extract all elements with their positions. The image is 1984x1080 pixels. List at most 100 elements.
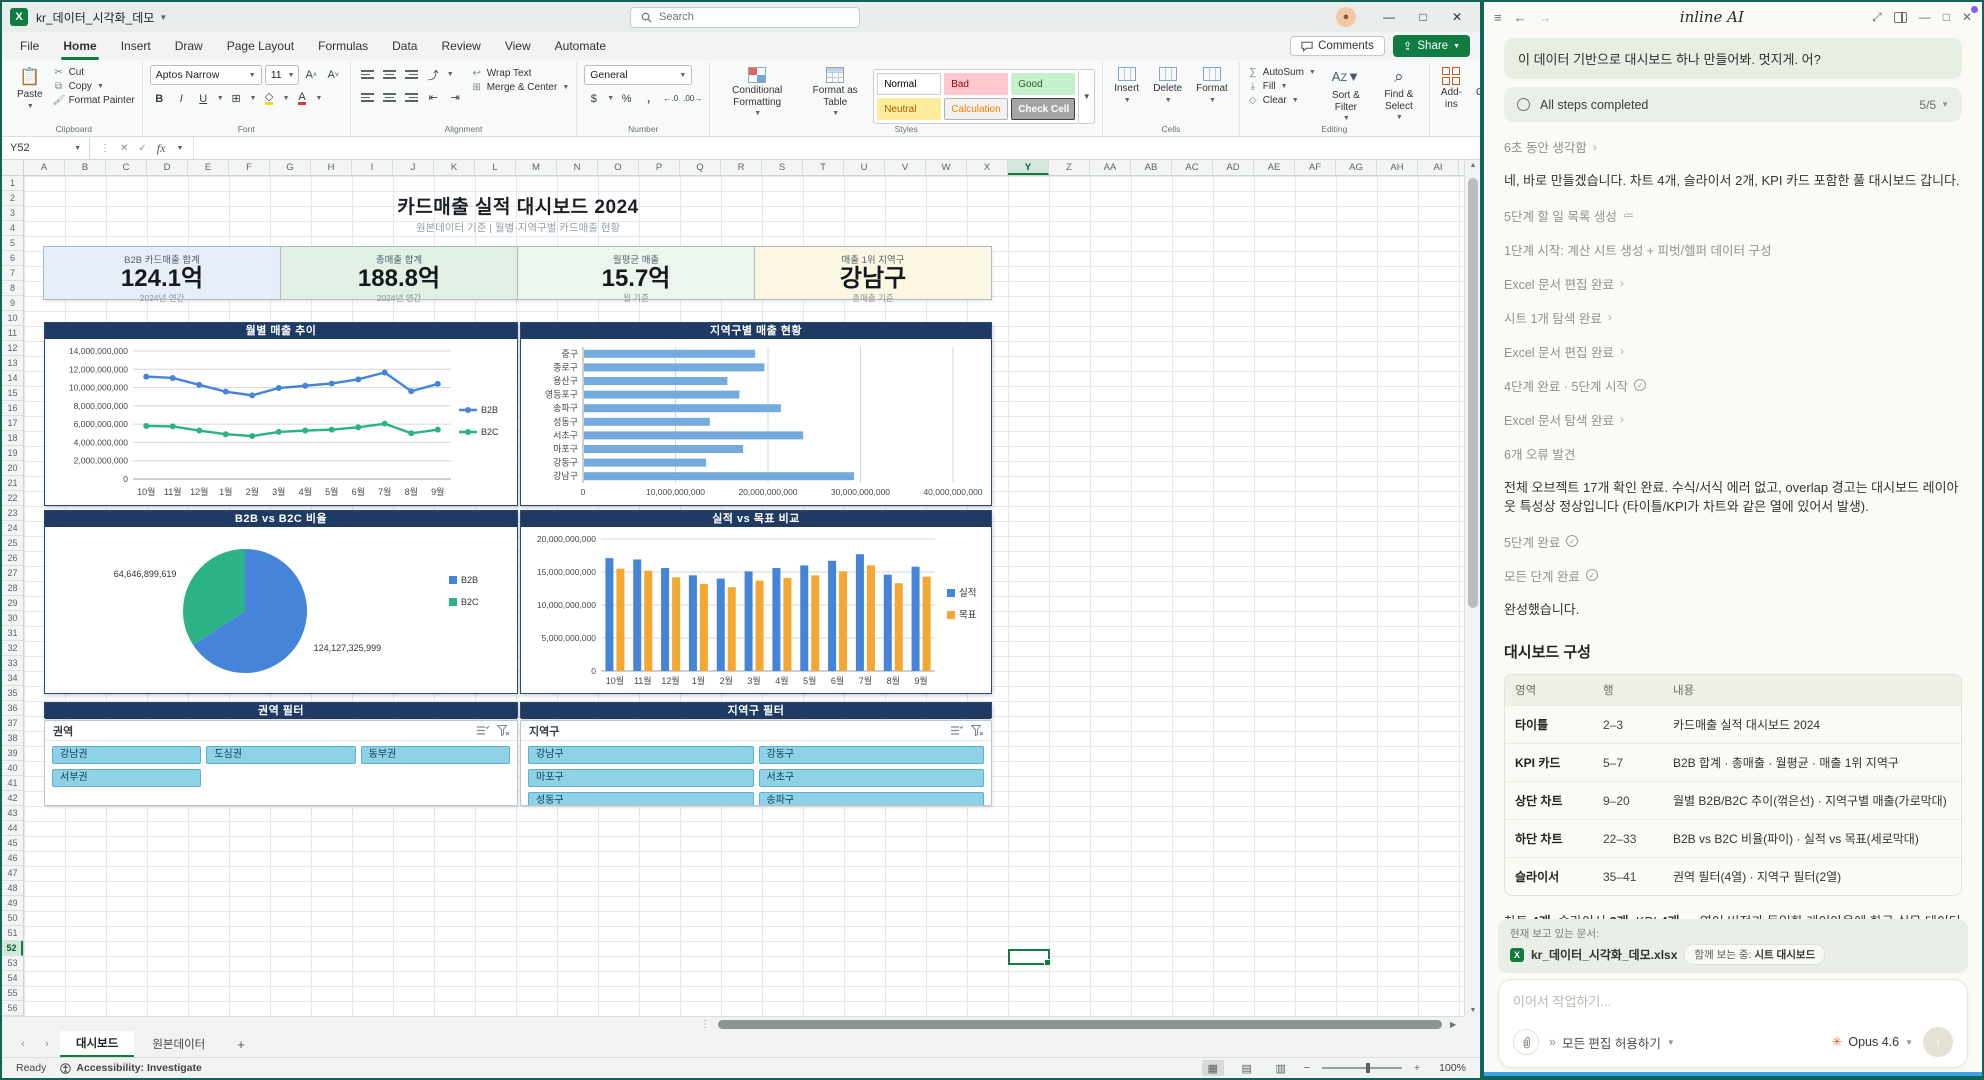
snip-icon[interactable]: ⤢ <box>1872 10 1882 25</box>
chat-area[interactable]: 이 데이터 기반으로 대시보드 하나 만들어봐. 멋지게. 어? All ste… <box>1484 34 1982 936</box>
row-header-53[interactable]: 53 <box>2 956 23 971</box>
row-header-25[interactable]: 25 <box>2 536 23 551</box>
multi-select-icon[interactable] <box>950 725 963 736</box>
zoom-in-button[interactable]: + <box>1414 1062 1420 1074</box>
column-header-A[interactable]: A <box>24 160 65 175</box>
ai-close-button[interactable]: ✕ <box>1962 10 1972 24</box>
row-header-22[interactable]: 22 <box>2 491 23 506</box>
attach-button[interactable] <box>1513 1029 1539 1055</box>
ribbon-tab-home[interactable]: Home <box>51 34 108 60</box>
sheet-nav-right[interactable]: › <box>36 1038 58 1050</box>
addins-button[interactable]: Add-ins <box>1437 65 1466 112</box>
row-header-38[interactable]: 38 <box>2 731 23 746</box>
underline-button[interactable]: U <box>194 89 213 108</box>
zoom-out-button[interactable]: − <box>1304 1062 1310 1074</box>
row-header-34[interactable]: 34 <box>2 671 23 686</box>
search-input[interactable]: Search <box>630 7 860 28</box>
scrollbar-grip-icon[interactable]: ⋮ <box>700 1019 710 1030</box>
column-header-P[interactable]: P <box>639 160 680 175</box>
row-header-24[interactable]: 24 <box>2 521 23 536</box>
row-header-14[interactable]: 14 <box>2 371 23 386</box>
row-header-36[interactable]: 36 <box>2 701 23 716</box>
slicer-item-서초구[interactable]: 서초구 <box>759 769 985 787</box>
row-header-56[interactable]: 56 <box>2 1001 23 1016</box>
insert-cells-button[interactable]: Insert▼ <box>1110 65 1143 107</box>
row-header-55[interactable]: 55 <box>2 986 23 1001</box>
row-header-18[interactable]: 18 <box>2 431 23 446</box>
account-avatar[interactable]: ● <box>1336 7 1356 27</box>
column-header-U[interactable]: U <box>844 160 885 175</box>
column-header-B[interactable]: B <box>65 160 106 175</box>
progress-step[interactable]: Excel 문서 탐색 완료› <box>1504 410 1962 429</box>
row-header-49[interactable]: 49 <box>2 896 23 911</box>
fx-icon[interactable]: fx <box>157 141 166 156</box>
row-header-12[interactable]: 12 <box>2 341 23 356</box>
percent-format-button[interactable]: % <box>617 89 636 108</box>
row-header-4[interactable]: 4 <box>2 221 23 236</box>
increase-decimal-button[interactable]: ←.0 <box>661 89 680 108</box>
borders-button[interactable]: ⊞ <box>227 89 246 108</box>
row-header-7[interactable]: 7 <box>2 266 23 281</box>
column-header-AI[interactable]: AI <box>1418 160 1459 175</box>
progress-step[interactable]: 6초 동안 생각함› <box>1504 137 1962 156</box>
font-size-select[interactable]: 11▼ <box>265 65 299 85</box>
edit-permission-select[interactable]: »모든 편집 허용하기▼ <box>1549 1033 1675 1052</box>
italic-button[interactable]: I <box>172 89 191 108</box>
column-header-AH[interactable]: AH <box>1377 160 1418 175</box>
back-button[interactable]: ← <box>1514 10 1527 25</box>
row-header-43[interactable]: 43 <box>2 806 23 821</box>
column-header-R[interactable]: R <box>721 160 762 175</box>
forward-button[interactable]: → <box>1539 10 1552 25</box>
horizontal-scroll-thumb[interactable] <box>718 1020 1442 1029</box>
menu-icon[interactable]: ≡ <box>1494 10 1502 25</box>
decrease-indent-button[interactable]: ⇤ <box>424 88 443 107</box>
zoom-slider-thumb[interactable] <box>1366 1063 1370 1073</box>
column-header-I[interactable]: I <box>352 160 393 175</box>
row-header-48[interactable]: 48 <box>2 881 23 896</box>
row-header-40[interactable]: 40 <box>2 761 23 776</box>
cell-style-check-cell[interactable]: Check Cell <box>1011 98 1075 120</box>
column-header-L[interactable]: L <box>475 160 516 175</box>
column-header-AE[interactable]: AE <box>1254 160 1295 175</box>
comments-button[interactable]: Comments <box>1290 36 1385 56</box>
autosum-button[interactable]: ∑AutoSum▼ <box>1247 67 1316 78</box>
normal-view-button[interactable]: ▦ <box>1202 1060 1224 1076</box>
ribbon-tab-file[interactable]: File <box>8 34 51 60</box>
row-header-39[interactable]: 39 <box>2 746 23 761</box>
slicer-item-서부권[interactable]: 서부권 <box>52 769 201 787</box>
row-header-16[interactable]: 16 <box>2 401 23 416</box>
progress-step[interactable]: 시트 1개 탐색 완료› <box>1504 308 1962 327</box>
row-header-5[interactable]: 5 <box>2 236 23 251</box>
font-name-select[interactable]: Aptos Narrow▼ <box>150 65 262 85</box>
row-header-44[interactable]: 44 <box>2 821 23 836</box>
row-header-9[interactable]: 9 <box>2 296 23 311</box>
column-header-Z[interactable]: Z <box>1049 160 1090 175</box>
align-left-button[interactable] <box>358 88 377 107</box>
row-header-35[interactable]: 35 <box>2 686 23 701</box>
column-header-N[interactable]: N <box>557 160 598 175</box>
fill-button[interactable]: ⤓Fill▼ <box>1247 81 1316 92</box>
ribbon-tab-formulas[interactable]: Formulas <box>306 34 380 60</box>
increase-font-button[interactable]: A˄ <box>302 66 321 85</box>
orientation-button[interactable]: ⤴ <box>424 65 443 84</box>
clear-button[interactable]: ◇Clear▼ <box>1247 95 1316 106</box>
column-header-G[interactable]: G <box>270 160 311 175</box>
sheet-tab-rawdata[interactable]: 원본데이터 <box>136 1031 221 1057</box>
scroll-up-arrow[interactable]: ▲ <box>1465 162 1480 169</box>
ribbon-tab-page-layout[interactable]: Page Layout <box>215 34 306 60</box>
row-header-10[interactable]: 10 <box>2 311 23 326</box>
row-header-8[interactable]: 8 <box>2 281 23 296</box>
column-header-C[interactable]: C <box>106 160 147 175</box>
cell-style-good[interactable]: Good <box>1011 73 1075 95</box>
copilot-button[interactable]: Copilot <box>1472 65 1480 101</box>
row-header-30[interactable]: 30 <box>2 611 23 626</box>
select-all-corner[interactable] <box>2 160 24 176</box>
column-header-W[interactable]: W <box>926 160 967 175</box>
column-header-AC[interactable]: AC <box>1172 160 1213 175</box>
share-button[interactable]: ⇪ Share ▼ <box>1393 35 1470 57</box>
slicer-region[interactable]: 권역 강남권도심권동부권서부권 <box>44 720 518 806</box>
more-icon[interactable]: ⋮ <box>100 143 110 154</box>
document-title[interactable]: kr_데이터_시각화_데모 ▼ <box>36 9 167 26</box>
format-painter-button[interactable]: 🖌Format Painter <box>53 95 135 106</box>
row-header-41[interactable]: 41 <box>2 776 23 791</box>
